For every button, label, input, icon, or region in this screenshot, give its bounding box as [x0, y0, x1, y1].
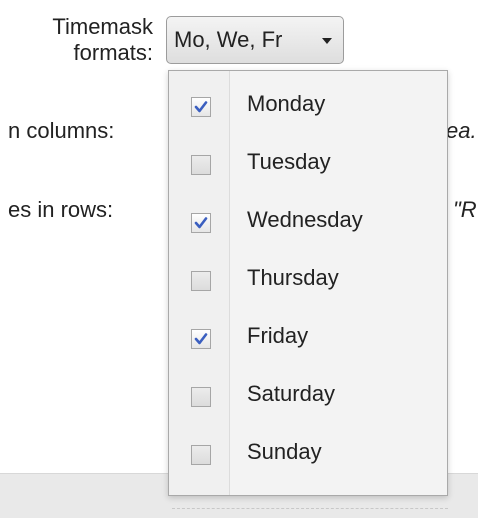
monday-checkbox[interactable]: [191, 97, 211, 117]
dropdown-item-label: Friday: [247, 323, 309, 348]
dropdown-item-saturday[interactable]: Saturday: [169, 367, 447, 425]
rows-trailing-text: "R: [453, 197, 477, 222]
check-icon: [194, 333, 208, 345]
days-dropdown-menu: Monday Tuesday Wednesday Thursday Friday…: [168, 70, 448, 496]
chevron-down-icon: [322, 38, 332, 44]
columns-trailing-text: ea.: [446, 118, 477, 143]
dropdown-item-label: Tuesday: [247, 149, 331, 174]
dropdown-item-label: Sunday: [247, 439, 322, 464]
timemask-label-line2: formats:: [73, 40, 153, 65]
sunday-checkbox[interactable]: [191, 445, 211, 465]
bottom-bar-divider: [172, 508, 448, 509]
dropdown-item-sunday[interactable]: Sunday: [169, 425, 447, 483]
thursday-checkbox[interactable]: [191, 271, 211, 291]
timemask-format-select[interactable]: Mo, We, Fr: [166, 16, 344, 64]
dropdown-item-label: Monday: [247, 91, 326, 116]
dropdown-item-thursday[interactable]: Thursday: [169, 251, 447, 309]
dropdown-item-label: Wednesday: [247, 207, 363, 232]
friday-checkbox[interactable]: [191, 329, 211, 349]
dropdown-item-tuesday[interactable]: Tuesday: [169, 135, 447, 193]
dropdown-item-label: Saturday: [247, 381, 336, 406]
dropdown-item-monday[interactable]: Monday: [169, 77, 447, 135]
select-value: Mo, We, Fr: [174, 27, 283, 52]
check-icon: [194, 101, 208, 113]
check-icon: [194, 217, 208, 229]
dropdown-item-label: Thursday: [247, 265, 339, 290]
wednesday-checkbox[interactable]: [191, 213, 211, 233]
rows-label: es in rows:: [8, 197, 114, 222]
tuesday-checkbox[interactable]: [191, 155, 211, 175]
dropdown-item-friday[interactable]: Friday: [169, 309, 447, 367]
timemask-label-line1: Timemask: [52, 14, 153, 39]
timemask-formats-label: Timemask formats:: [52, 14, 153, 66]
saturday-checkbox[interactable]: [191, 387, 211, 407]
dropdown-item-wednesday[interactable]: Wednesday: [169, 193, 447, 251]
columns-label: n columns:: [8, 118, 115, 143]
